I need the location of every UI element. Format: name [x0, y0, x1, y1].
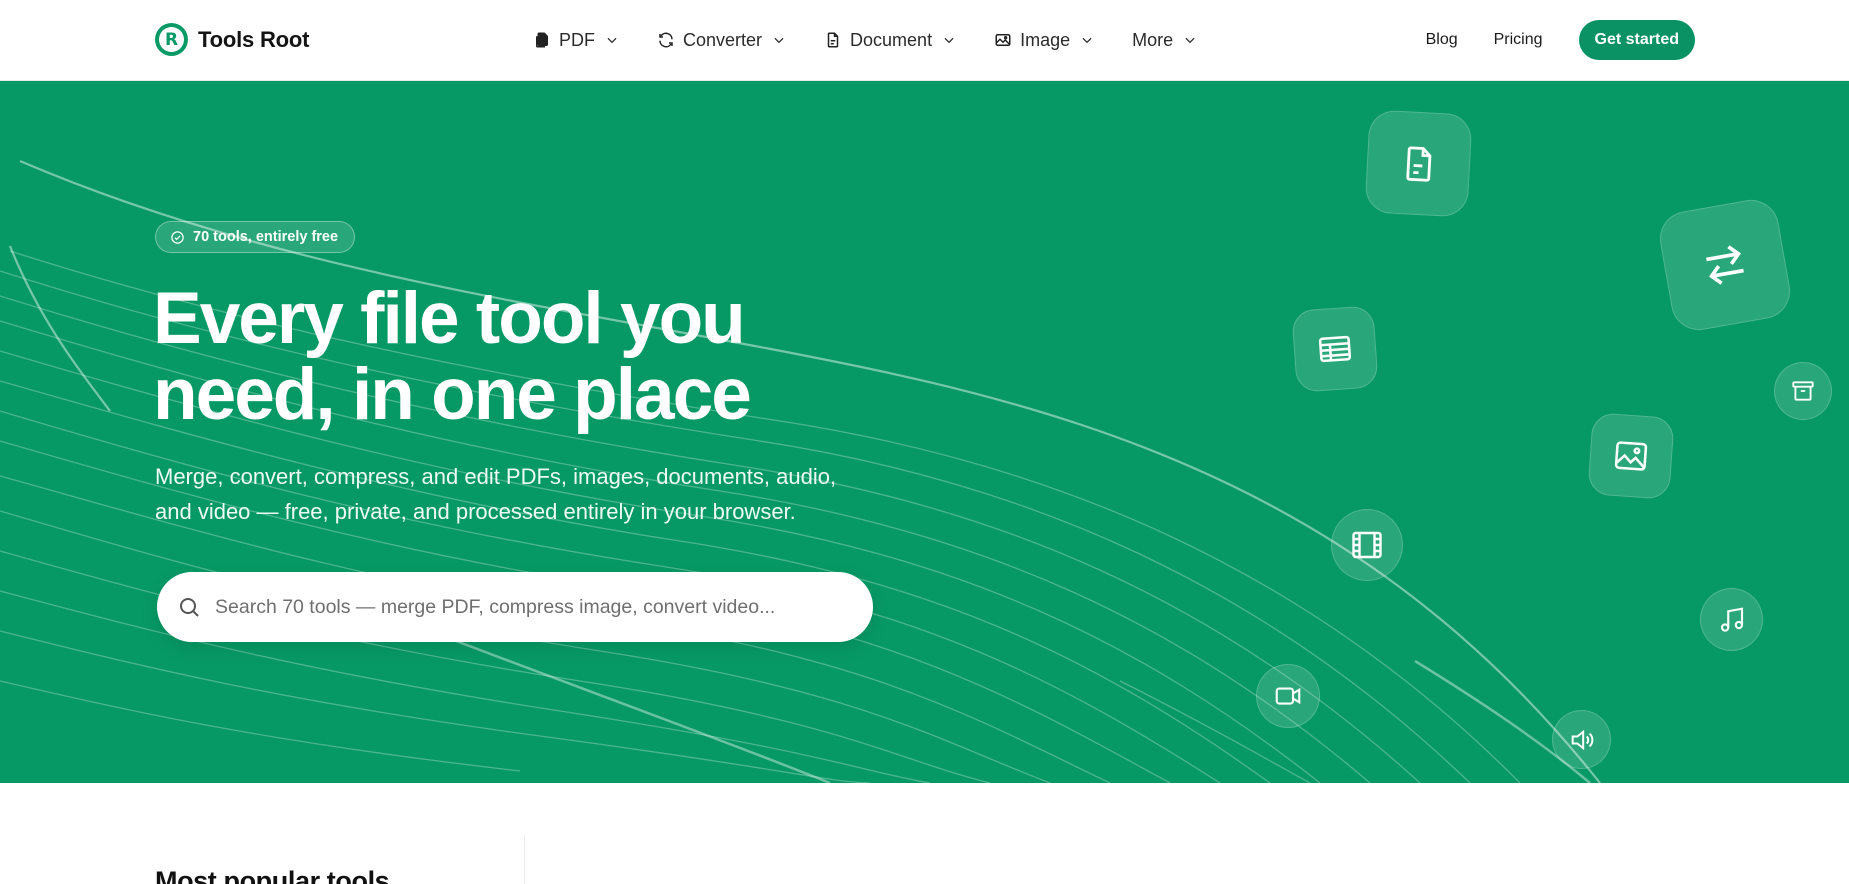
- music-tile: [1700, 588, 1763, 651]
- chevron-down-icon: [774, 37, 784, 44]
- document-icon: [1405, 145, 1431, 182]
- video-tile: [1256, 664, 1320, 728]
- chevron-down-icon: [607, 37, 617, 44]
- audio-tile: [1552, 710, 1611, 769]
- speaker-icon: [1571, 729, 1593, 750]
- menu-pdf-label: PDF: [559, 29, 595, 50]
- menu-image-label: Image: [1020, 29, 1071, 50]
- top-nav: R Tools Root PDF Converter Document Imag…: [0, 0, 1849, 81]
- pricing-link[interactable]: Pricing: [1494, 31, 1543, 49]
- pdf-files-icon: [536, 32, 548, 48]
- document-icon: [827, 32, 839, 48]
- chevron-down-icon: [1185, 37, 1195, 44]
- get-started-button[interactable]: Get started: [1578, 20, 1695, 60]
- brand-logo[interactable]: R Tools Root: [155, 23, 309, 56]
- film-icon: [1352, 531, 1382, 559]
- nav-actions: Blog Pricing Get started: [1426, 20, 1695, 60]
- hero-title-line-2: need, in one place: [153, 354, 752, 435]
- archive-tile: [1774, 362, 1832, 420]
- blog-link[interactable]: Blog: [1426, 31, 1458, 49]
- menu-image[interactable]: Image: [994, 24, 1094, 56]
- menu-more-label: More: [1132, 29, 1174, 50]
- popular-tools-heading: Most popular tools: [155, 866, 390, 884]
- music-icon: [1720, 606, 1743, 632]
- menu-pdf[interactable]: PDF: [533, 24, 619, 56]
- document-tile: [1364, 109, 1473, 218]
- image-icon: [995, 34, 1011, 46]
- search-input[interactable]: [215, 595, 835, 619]
- swap-arrows-icon: [1706, 245, 1744, 285]
- hero-section: 70 tools, entirely free Every file tool …: [0, 81, 1849, 783]
- spreadsheet-icon: [1318, 335, 1352, 363]
- tool-search-box[interactable]: [157, 572, 873, 642]
- menu-converter-label: Converter: [683, 29, 763, 50]
- refresh-icon: [659, 32, 673, 48]
- hero-title: Every file tool you need, in one place: [153, 281, 913, 433]
- image-tile: [1587, 412, 1675, 500]
- film-tile: [1331, 509, 1403, 581]
- main-menu: PDF Converter Document Image More: [533, 24, 1235, 56]
- brand-name: Tools Root: [198, 26, 310, 52]
- search-icon: [180, 598, 199, 617]
- hero-subtitle-line-2: and video — free, private, and processed…: [155, 499, 796, 524]
- menu-document[interactable]: Document: [824, 24, 956, 56]
- section-divider: [524, 835, 525, 884]
- image-icon: [1614, 441, 1648, 471]
- archive-icon: [1792, 381, 1814, 401]
- hero-subtitle: Merge, convert, compress, and edit PDFs,…: [155, 459, 875, 529]
- badge-label: 70 tools, entirely free: [193, 229, 339, 245]
- hero-title-line-1: Every file tool you: [153, 278, 746, 359]
- logo-mark-icon: R: [155, 23, 188, 56]
- chevron-down-icon: [944, 37, 954, 44]
- chevron-down-icon: [1082, 37, 1092, 44]
- check-circle-icon: [171, 230, 184, 244]
- video-camera-icon: [1275, 687, 1301, 705]
- menu-more[interactable]: More: [1132, 24, 1197, 56]
- menu-converter[interactable]: Converter: [657, 24, 786, 56]
- spreadsheet-tile: [1291, 305, 1379, 393]
- hero-subtitle-line-1: Merge, convert, compress, and edit PDFs,…: [155, 464, 837, 489]
- menu-document-label: Document: [850, 29, 933, 50]
- free-tools-badge: 70 tools, entirely free: [155, 221, 356, 253]
- convert-tile: [1655, 195, 1795, 335]
